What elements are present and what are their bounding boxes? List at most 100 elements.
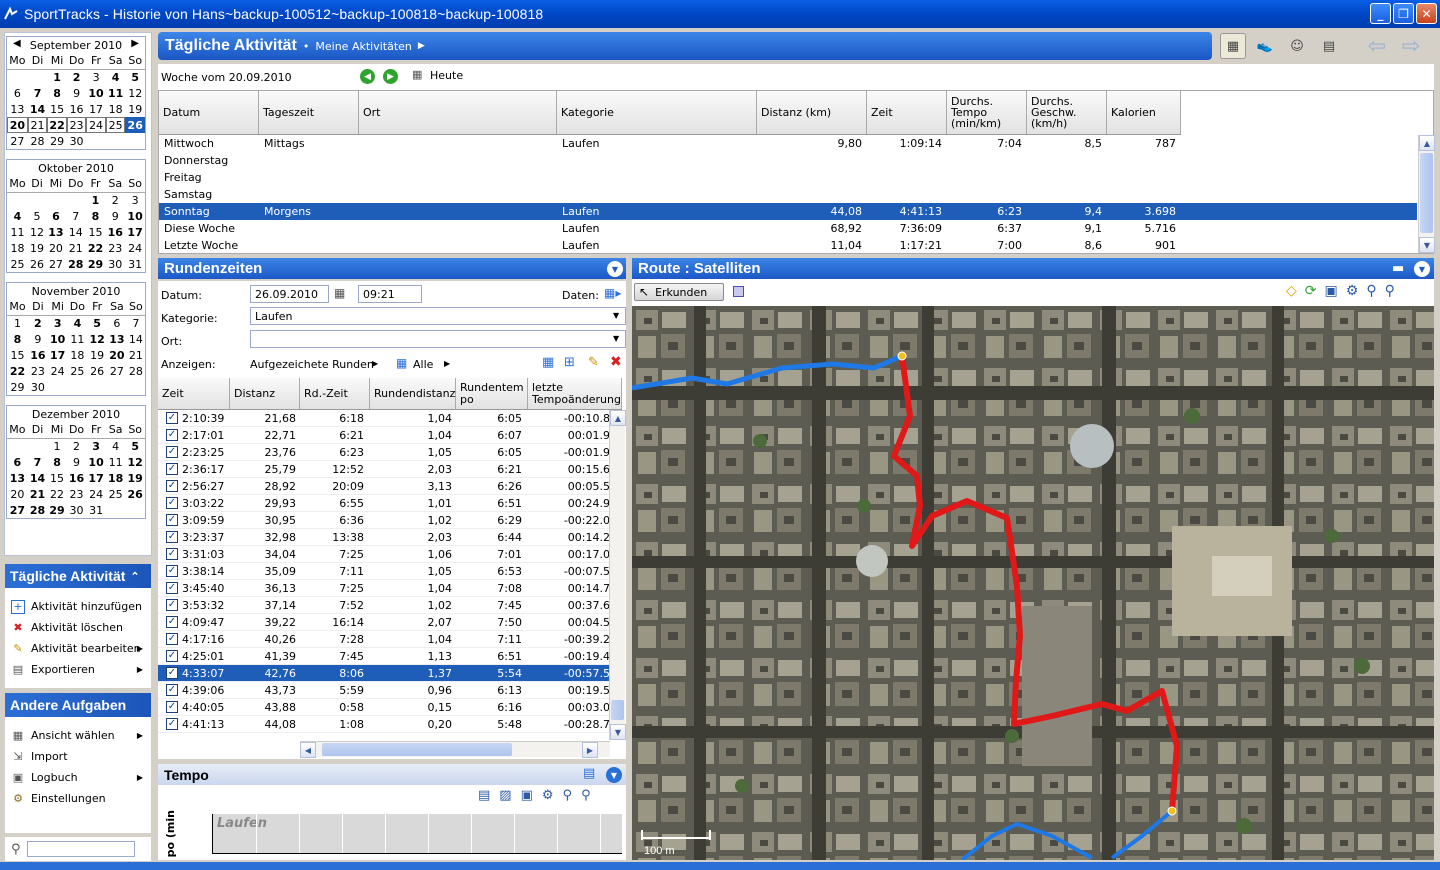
calendar-day[interactable]: 25 bbox=[7, 256, 28, 272]
hscroll-thumb[interactable] bbox=[322, 743, 512, 756]
lap-checkbox[interactable]: ✓ bbox=[166, 718, 178, 730]
calendar-day[interactable]: 25 bbox=[106, 486, 126, 502]
previous-week-icon[interactable]: ◀ bbox=[360, 69, 375, 84]
calendar-day[interactable]: 3 bbox=[48, 315, 68, 331]
calendar-day[interactable]: 22 bbox=[47, 117, 67, 133]
calendar-day[interactable]: 23 bbox=[28, 363, 48, 379]
calendar-day[interactable]: 2 bbox=[67, 69, 86, 85]
today-button[interactable]: Heute bbox=[430, 69, 463, 82]
calendar-day[interactable]: 1 bbox=[86, 192, 106, 208]
column-header[interactable]: Kategorie bbox=[557, 91, 757, 134]
scroll-up-icon[interactable]: ▲ bbox=[610, 410, 626, 426]
time-field[interactable]: 09:21 bbox=[358, 285, 422, 303]
calendar-day[interactable]: 5 bbox=[28, 208, 46, 224]
lap-row[interactable]: ✓ 3:31:03 34,04 7:25 1,06 7:01 00:17.0 bbox=[158, 546, 612, 563]
column-header[interactable]: Rundentem po bbox=[456, 378, 528, 409]
calendar-day[interactable]: 29 bbox=[86, 256, 106, 272]
calendar-day[interactable]: 18 bbox=[68, 347, 88, 363]
data-menu-icon[interactable]: ▦▸ bbox=[604, 286, 621, 300]
search-input[interactable] bbox=[26, 841, 135, 857]
scroll-down-icon[interactable]: ▼ bbox=[610, 724, 626, 740]
lap-row[interactable]: ✓ 4:25:01 41,39 7:45 1,13 6:51 -00:19.4 bbox=[158, 648, 612, 665]
column-header[interactable]: letzte Tempoänderung bbox=[528, 378, 622, 409]
calendar-day[interactable]: 23 bbox=[105, 240, 125, 256]
calendar-day[interactable]: 10 bbox=[86, 85, 106, 101]
lap-checkbox[interactable]: ✓ bbox=[166, 582, 178, 594]
calendar-day[interactable]: 12 bbox=[28, 224, 46, 240]
table-row[interactable]: Donnerstag bbox=[159, 152, 1417, 169]
calendar-day[interactable]: 11 bbox=[68, 331, 88, 347]
task-settings[interactable]: ⚙ Einstellungen bbox=[5, 788, 151, 809]
calendar-day[interactable]: 27 bbox=[107, 363, 127, 379]
task-delete-activity[interactable]: ✖ Aktivität löschen bbox=[5, 617, 151, 638]
marker-icon[interactable]: ◇ bbox=[1286, 283, 1297, 299]
calendar-day[interactable]: 19 bbox=[28, 240, 46, 256]
scroll-down-icon[interactable]: ▼ bbox=[1419, 237, 1435, 253]
panel-layout-icon[interactable]: ▬ bbox=[1392, 261, 1404, 276]
scroll-thumb[interactable] bbox=[1420, 153, 1433, 233]
calendar-day[interactable]: 14 bbox=[127, 331, 145, 347]
task-choose-view[interactable]: ▦ Ansicht wählen ▶ bbox=[5, 725, 151, 746]
calendar-day[interactable]: 17 bbox=[48, 347, 68, 363]
calendar-day[interactable]: 23 bbox=[67, 486, 87, 502]
calendar-day[interactable]: 9 bbox=[67, 85, 86, 101]
calendar-day[interactable]: 20 bbox=[7, 117, 28, 133]
minimize-button[interactable]: _ bbox=[1370, 3, 1391, 24]
laps-scrollbar[interactable]: ▲ ▼ bbox=[609, 410, 626, 740]
zoom-out-icon[interactable]: ⚲ bbox=[563, 788, 573, 803]
lap-checkbox[interactable]: ✓ bbox=[166, 616, 178, 628]
calendar-day[interactable]: 6 bbox=[107, 315, 127, 331]
lap-row[interactable]: ✓ 2:10:39 21,68 6:18 1,04 6:05 -00:10.8 bbox=[158, 410, 612, 427]
pencil-icon[interactable]: ✎ bbox=[588, 355, 599, 370]
column-header[interactable]: Durchs. Geschw. (km/h) bbox=[1027, 91, 1107, 134]
column-header[interactable]: Tageszeit bbox=[259, 91, 359, 134]
lap-row[interactable]: ✓ 3:38:14 35,09 7:11 1,05 6:53 -00:07.5 bbox=[158, 563, 612, 580]
task-edit-activity[interactable]: ✎ Aktivität bearbeiten ▶ bbox=[5, 638, 151, 659]
lap-checkbox[interactable]: ✓ bbox=[166, 497, 178, 509]
calendar-day[interactable]: 28 bbox=[66, 256, 86, 272]
lap-checkbox[interactable]: ✓ bbox=[166, 429, 178, 441]
lap-checkbox[interactable]: ✓ bbox=[166, 667, 178, 679]
lap-checkbox[interactable]: ✓ bbox=[166, 565, 178, 577]
panel-menu-icon[interactable]: ▼ bbox=[607, 261, 623, 277]
calendar-day[interactable]: 7 bbox=[28, 454, 48, 470]
table-row[interactable]: Diese Woche Laufen 68,92 7:36:09 6:37 9,1 5.71… bbox=[159, 220, 1417, 237]
calendar-day[interactable]: 18 bbox=[106, 101, 126, 117]
calendar-day[interactable]: 22 bbox=[86, 240, 106, 256]
panel-menu-icon[interactable]: ▼ bbox=[606, 767, 622, 783]
table-row[interactable]: Sonntag Morgens Laufen 44,08 4:41:13 6:23 9,4 3… bbox=[159, 203, 1417, 220]
column-header[interactable]: Rundendistanz bbox=[370, 378, 456, 409]
lap-row[interactable]: ✓ 2:56:27 28,92 20:09 3,13 6:26 00:05.5 bbox=[158, 478, 612, 495]
breadcrumb[interactable]: Meine Aktivitäten bbox=[315, 40, 412, 53]
add-lap-icon[interactable]: ⊞ bbox=[564, 355, 575, 370]
calendar-day[interactable]: 25 bbox=[105, 117, 126, 133]
task-export[interactable]: ▤ Exportieren ▶ bbox=[5, 659, 151, 680]
calendar-day[interactable]: 4 bbox=[106, 438, 126, 454]
task-logbook[interactable]: ▣ Logbuch ▶ bbox=[5, 767, 151, 788]
zoom-in-icon[interactable]: ⚲ bbox=[1385, 283, 1395, 299]
date-field[interactable]: 26.09.2010 bbox=[250, 285, 329, 303]
calendar-day[interactable]: 14 bbox=[28, 101, 48, 117]
calendar-day[interactable]: 7 bbox=[127, 315, 145, 331]
lap-checkbox[interactable]: ✓ bbox=[166, 548, 178, 560]
lap-row[interactable]: ✓ 2:23:25 23,76 6:23 1,05 6:05 -00:01.9 bbox=[158, 444, 612, 461]
save-icon[interactable]: ▣ bbox=[521, 788, 533, 803]
calendar-day[interactable]: 24 bbox=[125, 240, 145, 256]
scroll-up-icon[interactable]: ▲ bbox=[1419, 135, 1435, 151]
calendar-day[interactable]: 19 bbox=[125, 470, 145, 486]
show-laps-selector[interactable]: Aufgezeichete Runden bbox=[250, 358, 374, 371]
chevron-down-icon[interactable]: ▼ bbox=[613, 311, 619, 320]
filter-all[interactable]: Alle bbox=[413, 358, 433, 371]
calendar-day[interactable]: 9 bbox=[28, 331, 48, 347]
calendar-day[interactable]: 21 bbox=[27, 117, 48, 133]
lap-row[interactable]: ✓ 4:33:07 42,76 8:06 1,37 5:54 -00:57.5 bbox=[158, 665, 612, 682]
column-header[interactable]: Distanz (km) bbox=[757, 91, 867, 134]
calendar-day[interactable]: 16 bbox=[28, 347, 48, 363]
save-icon[interactable]: ▣ bbox=[1325, 283, 1338, 299]
lap-row[interactable]: ✓ 3:45:40 36,13 7:25 1,04 7:08 00:14.7 bbox=[158, 580, 612, 597]
lap-row[interactable]: ✓ 3:03:22 29,93 6:55 1,01 6:51 00:24.9 bbox=[158, 495, 612, 512]
explore-button[interactable]: ↖ Erkunden bbox=[634, 283, 724, 301]
calendar-day[interactable]: 29 bbox=[7, 379, 28, 395]
calendar-day[interactable]: 17 bbox=[125, 224, 145, 240]
column-header[interactable]: Ort bbox=[359, 91, 557, 134]
